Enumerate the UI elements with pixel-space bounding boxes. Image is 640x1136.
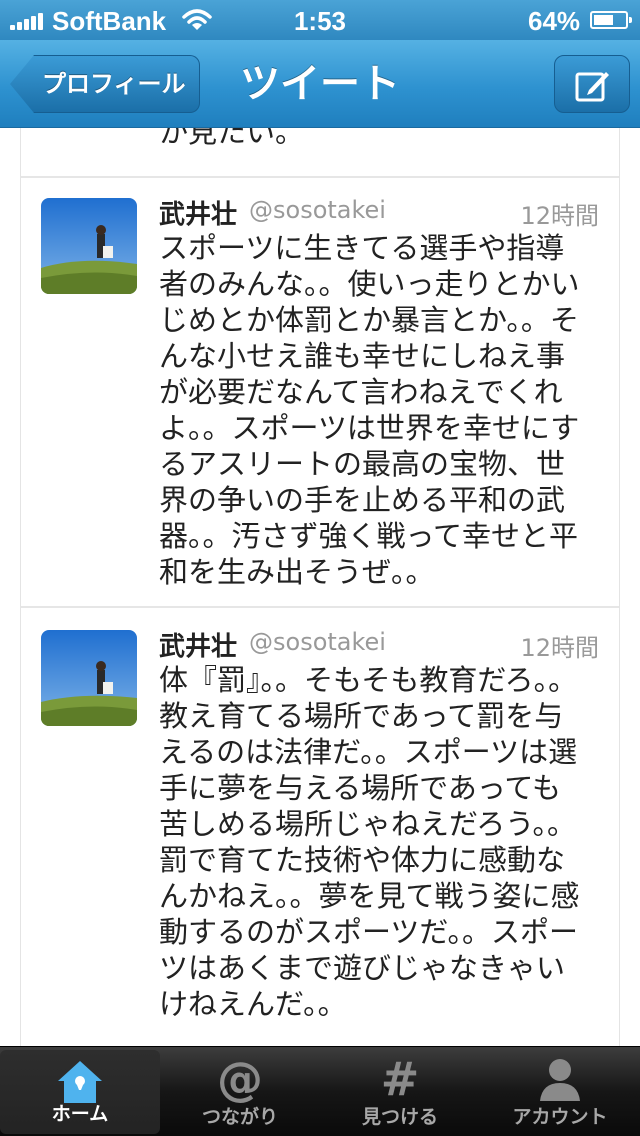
battery-level-fill — [594, 15, 613, 25]
status-bar: SoftBank 1:53 64% — [0, 0, 640, 40]
tweet-timestamp: 12時間 — [520, 634, 599, 662]
avatar[interactable] — [41, 630, 137, 726]
tab-label: 見つける — [361, 1107, 438, 1128]
compose-icon — [575, 72, 609, 102]
tab-account[interactable]: アカウント — [480, 1047, 640, 1136]
tweet-item[interactable]: 武井壮 @sosotakei 12時間 体『罰』。。そもそも教育だろ。。教え育て… — [21, 610, 619, 1046]
tweet-divider — [21, 606, 619, 608]
compose-button[interactable] — [554, 55, 630, 113]
tab-connect[interactable]: @ つながり — [160, 1047, 320, 1136]
battery-icon — [590, 11, 632, 29]
tweet-text: 体『罰』。。そもそも教育だろ。。教え育てる場所であって罰を与えるのは法律だ。。ス… — [159, 663, 580, 1021]
page-title: ツイート — [240, 62, 400, 106]
avatar[interactable] — [41, 198, 137, 294]
back-button[interactable]: プロフィール — [10, 55, 200, 113]
previous-tweet-fragment: か見たい。 — [159, 128, 305, 149]
tab-bar: ホーム @ つながり # 見つける アカウント — [0, 1046, 640, 1136]
tab-home[interactable]: ホーム — [0, 1050, 160, 1134]
hash-icon: # — [380, 1052, 420, 1106]
tweet-author-name[interactable]: 武井壮 — [159, 626, 237, 663]
tab-label: アカウント — [512, 1107, 608, 1128]
tab-label: つながり — [201, 1107, 278, 1128]
battery-percentage: 64% — [528, 6, 581, 36]
tweet-author-handle[interactable]: @sosotakei — [249, 196, 386, 224]
tweet-feed[interactable]: か見たい。 武井壮 @sosotakei 12時間 スポーツに生きてる選手や指導… — [20, 128, 620, 1046]
tweet-author-handle[interactable]: @sosotakei — [249, 628, 386, 656]
person-icon — [540, 1059, 580, 1101]
tweet-item[interactable]: 武井壮 @sosotakei 12時間 スポーツに生きてる選手や指導者のみんな。… — [21, 178, 619, 608]
tweet-author-name[interactable]: 武井壮 — [159, 194, 237, 231]
tab-discover[interactable]: # 見つける — [320, 1047, 480, 1136]
navigation-bar: プロフィール ツイート — [0, 40, 640, 128]
at-icon: @ — [217, 1052, 263, 1106]
tweet-timestamp: 12時間 — [520, 202, 599, 230]
tweet-text: スポーツに生きてる選手や指導者のみんな。。使いっ走りとかいじめとか体罰とか暴言と… — [159, 231, 580, 589]
tab-label: ホーム — [51, 1104, 109, 1125]
